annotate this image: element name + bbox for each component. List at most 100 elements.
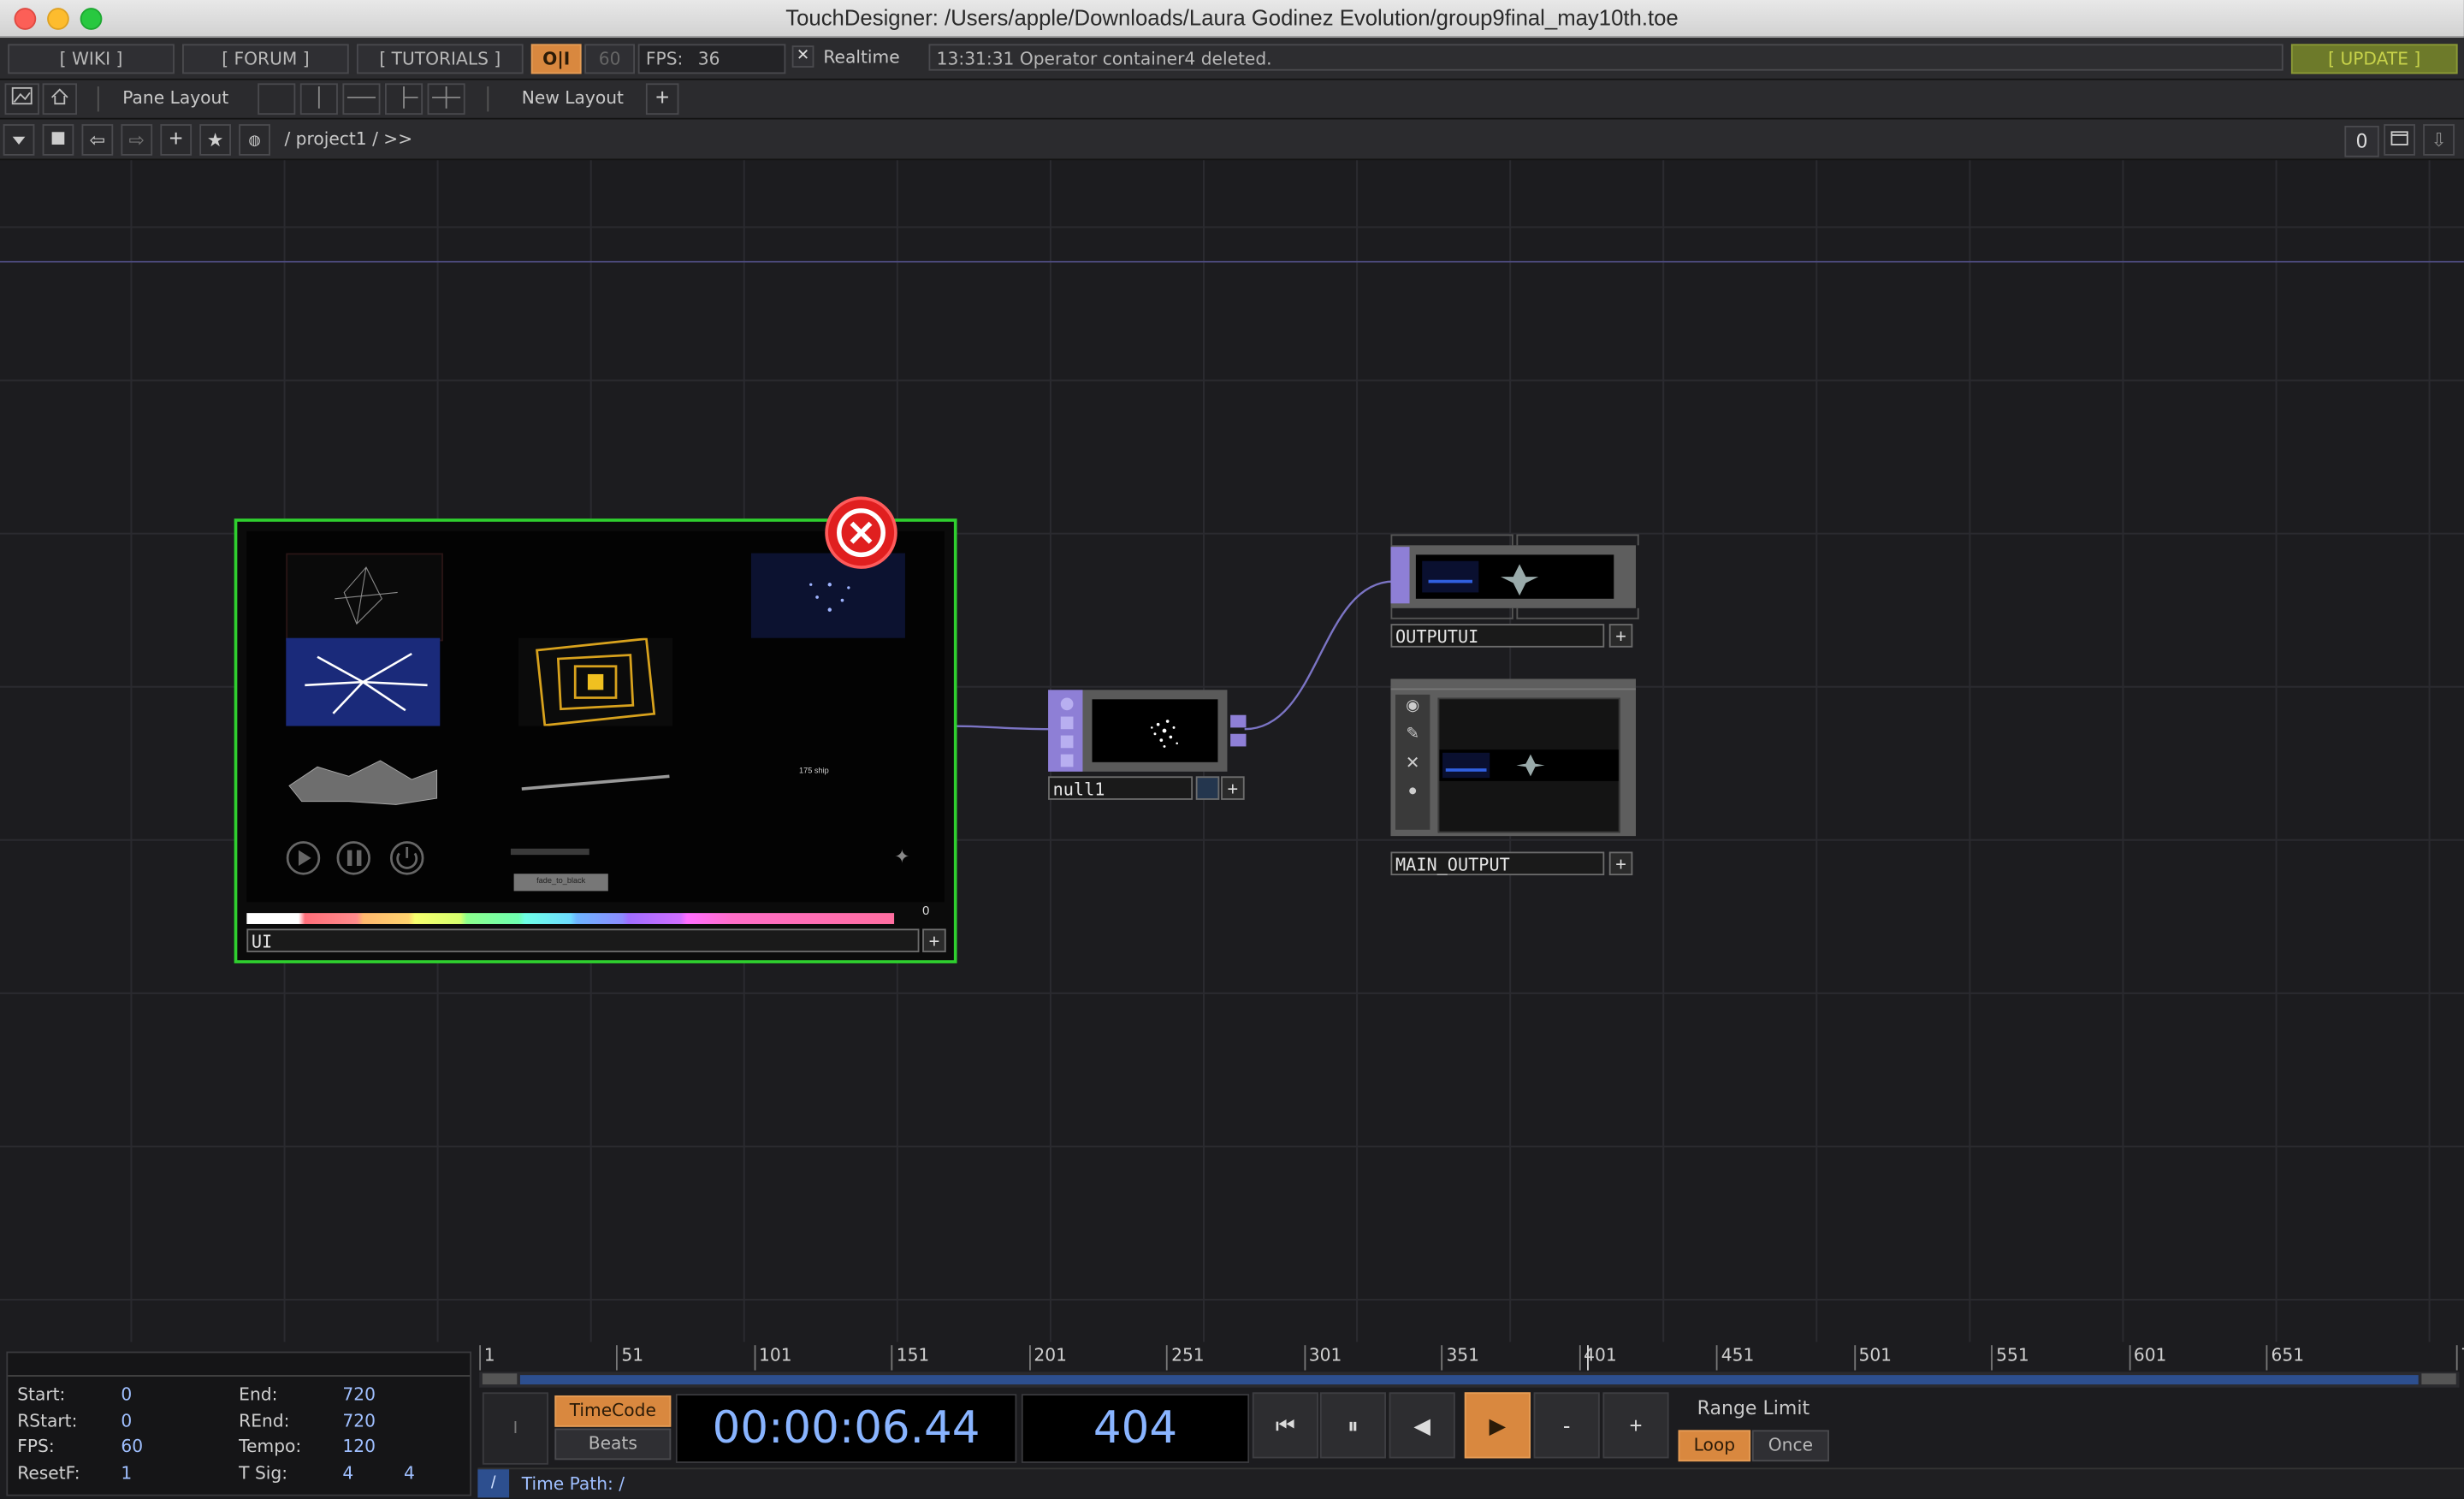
tsig-numerator[interactable]: 4: [342, 1463, 353, 1484]
once-toggle[interactable]: Once: [1751, 1430, 1829, 1462]
slower-button[interactable]: -: [1533, 1392, 1600, 1459]
timeline-ruler[interactable]: 1511011512012513013514014515015516016517…: [479, 1345, 2464, 1371]
lock-icon[interactable]: ●: [1403, 783, 1422, 802]
network-path[interactable]: / project1 / >>: [284, 129, 412, 150]
layout-split-horizontal-icon[interactable]: [342, 83, 381, 116]
layout-quad-icon[interactable]: [427, 83, 465, 116]
null1-node[interactable]: [1048, 690, 1247, 772]
rewind-to-start-icon[interactable]: ⏮: [1252, 1392, 1318, 1459]
stop-icon[interactable]: [42, 124, 74, 156]
step-back-icon[interactable]: ◀: [1389, 1392, 1455, 1459]
layout-split-vertical-icon[interactable]: [299, 83, 338, 116]
null1-output-port[interactable]: [1230, 733, 1247, 747]
null1-node-label[interactable]: null1: [1048, 776, 1194, 800]
range-end-handle[interactable]: [2421, 1373, 2456, 1385]
time-path-root-button[interactable]: /: [477, 1469, 510, 1498]
outputui-node-label[interactable]: OUTPUTUI: [1390, 624, 1605, 648]
main-output-node[interactable]: ◉ ✎ ✕ ●: [1390, 678, 1637, 837]
bypass-icon[interactable]: ✕: [1403, 755, 1422, 773]
outputui-input-strip[interactable]: [1390, 547, 1410, 604]
fps-value: 36: [697, 48, 720, 69]
tsig-label: T Sig:: [239, 1462, 288, 1484]
viewer-icon[interactable]: ◉: [1403, 697, 1422, 716]
resetf-value[interactable]: 1: [121, 1463, 132, 1484]
time-info-header: [8, 1353, 471, 1377]
pane-count[interactable]: 0: [2344, 125, 2379, 157]
layout-single-icon[interactable]: [258, 83, 296, 116]
realtime-checkbox[interactable]: ✕: [791, 45, 814, 68]
fps-info-value[interactable]: 60: [121, 1437, 143, 1457]
add-operator-icon[interactable]: +: [160, 124, 192, 156]
null1-input-strip: [1048, 690, 1083, 772]
outputui-add-button[interactable]: +: [1608, 624, 1633, 648]
frame-display[interactable]: 404: [1021, 1394, 1250, 1463]
main-output-node-label[interactable]: MAIN_OUTPUT: [1390, 851, 1605, 876]
network-editor[interactable]: 175 ship fade_to_black ✦ 0 UI + null1 + …: [0, 160, 2464, 1342]
toolbar-divider: [487, 86, 489, 112]
time-path-label: Time Path: /: [521, 1473, 625, 1495]
start-value[interactable]: 0: [121, 1384, 132, 1405]
add-layout-button[interactable]: +: [645, 83, 679, 116]
preview-tile: [286, 553, 443, 642]
perform-mode-oi-button[interactable]: O|I: [530, 44, 582, 74]
time-path-bar: / Time Path: /: [477, 1467, 2464, 1498]
timeline-cursor-button[interactable]: I: [482, 1392, 549, 1465]
ui-node-add-button[interactable]: +: [922, 928, 946, 953]
close-circle-icon[interactable]: [825, 496, 897, 569]
layout-three-icon[interactable]: [384, 83, 424, 116]
rend-value[interactable]: 720: [342, 1411, 376, 1431]
tsig-denominator[interactable]: 4: [404, 1463, 415, 1484]
tutorials-button[interactable]: [ TUTORIALS ]: [356, 44, 524, 74]
outputui-tab: [1516, 607, 1639, 619]
beats-toggle[interactable]: Beats: [554, 1428, 672, 1460]
loop-toggle[interactable]: Loop: [1678, 1430, 1751, 1462]
main-output-preview: [1437, 697, 1620, 833]
play-forward-icon[interactable]: ▶: [1464, 1392, 1531, 1459]
download-icon[interactable]: ⇩: [2423, 124, 2455, 156]
parameter-view-icon[interactable]: ◍: [239, 124, 270, 156]
null1-viewer-toggle[interactable]: [1195, 776, 1220, 800]
main-output-add-button[interactable]: +: [1608, 851, 1633, 876]
timeline-tick: 720: [2455, 1345, 2464, 1371]
tempo-value[interactable]: 120: [342, 1437, 376, 1457]
timecode-display[interactable]: 00:00:06.44: [675, 1394, 1017, 1463]
pane-layout-label: Pane Layout: [122, 87, 229, 109]
timeline-range-track[interactable]: [479, 1372, 2460, 1388]
range-start-handle[interactable]: [482, 1373, 518, 1385]
faster-button[interactable]: +: [1602, 1392, 1669, 1459]
toolbar-divider: [97, 86, 99, 112]
update-button[interactable]: [ UPDATE ]: [2290, 44, 2458, 74]
ui-container-node[interactable]: 175 ship fade_to_black ✦ 0 UI +: [234, 496, 957, 963]
forum-button[interactable]: [ FORUM ]: [182, 44, 349, 74]
bookmark-star-icon[interactable]: ★: [199, 124, 231, 156]
timeline-playhead[interactable]: [1587, 1345, 1590, 1371]
end-value[interactable]: 720: [342, 1384, 376, 1405]
rend-label: REnd:: [239, 1411, 290, 1432]
range-bar[interactable]: [519, 1375, 2419, 1385]
null1-add-button[interactable]: +: [1221, 776, 1245, 800]
outputui-node[interactable]: [1390, 534, 1639, 622]
home-network-icon[interactable]: [42, 83, 77, 116]
pause-icon[interactable]: ⏸: [1319, 1392, 1386, 1459]
chevron-down-icon[interactable]: [3, 124, 35, 156]
preview-playback-controls: [286, 841, 424, 875]
main-output-header: [1390, 678, 1637, 690]
edit-icon[interactable]: ✎: [1403, 726, 1422, 745]
new-layout-label: New Layout: [521, 87, 624, 109]
hue-spectrum-bar: [246, 913, 895, 924]
pane-layout-bar: Pane Layout New Layout +: [0, 80, 2464, 120]
preview-tile: [286, 755, 440, 811]
maximize-pane-icon[interactable]: [2384, 124, 2416, 156]
timecode-toggle[interactable]: TimeCode: [554, 1395, 672, 1427]
ui-node-label[interactable]: UI: [246, 928, 920, 953]
null1-output-port[interactable]: [1230, 714, 1247, 728]
timeline-tick: 51: [616, 1345, 643, 1371]
fps-target-field[interactable]: 60: [584, 44, 636, 74]
wiki-button[interactable]: [ WIKI ]: [8, 44, 175, 74]
back-arrow-icon[interactable]: ⇦: [81, 124, 114, 156]
resetf-label: ResetF:: [17, 1462, 80, 1484]
status-message-field: 13:31:31 Operator container4 deleted.: [928, 44, 2283, 71]
image-view-icon[interactable]: [4, 83, 39, 116]
forward-arrow-icon[interactable]: ⇨: [121, 124, 153, 156]
rstart-value[interactable]: 0: [121, 1411, 132, 1431]
